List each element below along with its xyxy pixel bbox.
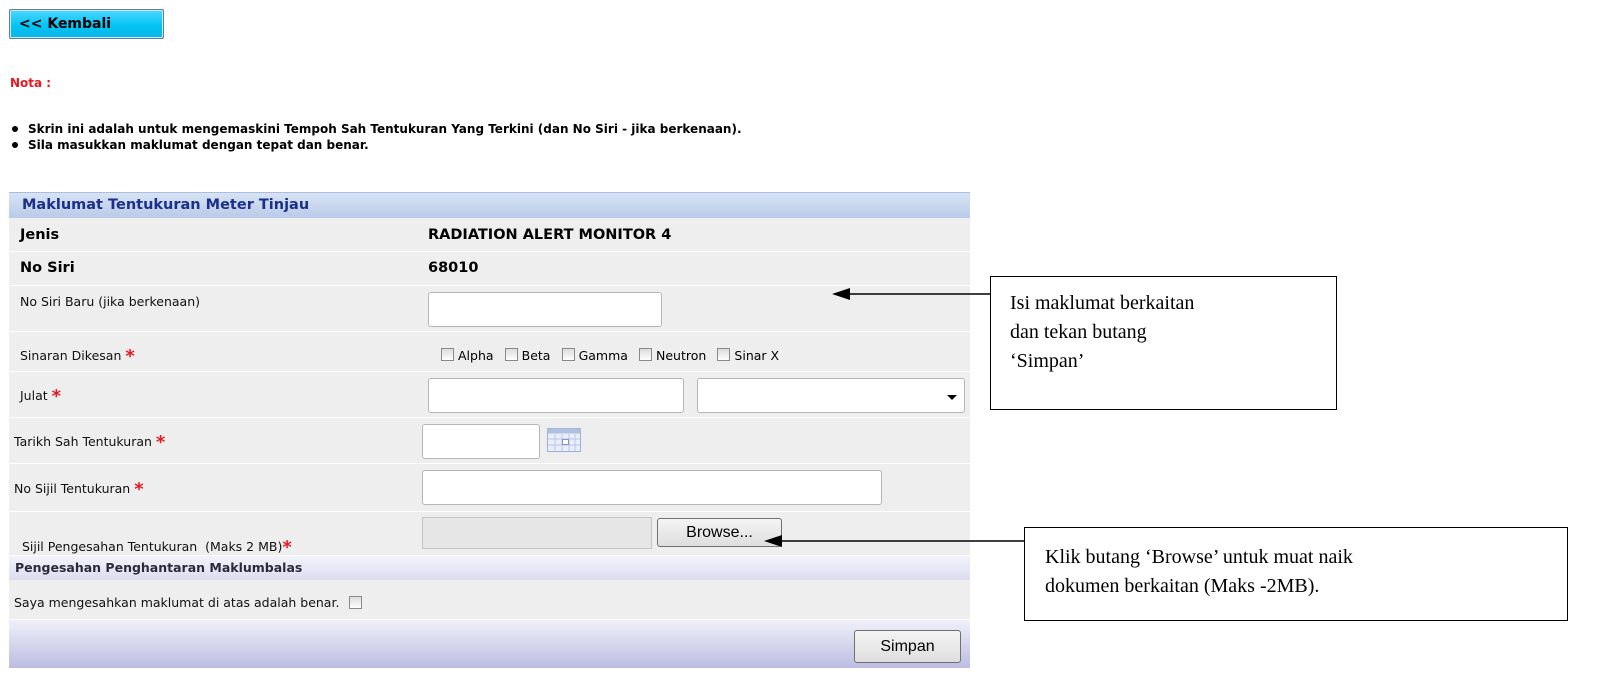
- required-asterisk: *: [51, 386, 62, 407]
- arrow-to-browse: [764, 535, 1024, 547]
- callout-save-instruction: Isi maklumat berkaitan dan tekan butang …: [990, 276, 1337, 410]
- chevron-down-icon: [947, 395, 957, 400]
- required-asterisk: *: [282, 537, 292, 558]
- sinaran-label: Sinaran Dikesan *: [20, 346, 135, 367]
- jenis-value: RADIATION ALERT MONITOR 4: [428, 227, 672, 243]
- julat-input[interactable]: [428, 378, 684, 413]
- bullet-icon: [12, 141, 18, 148]
- required-asterisk: *: [125, 346, 135, 367]
- required-asterisk: *: [155, 432, 166, 453]
- alpha-label: Alpha: [458, 348, 494, 363]
- calendar-icon[interactable]: [547, 428, 581, 452]
- required-asterisk: *: [134, 479, 144, 500]
- tarikh-input[interactable]: [422, 424, 540, 459]
- jenis-label: Jenis: [20, 227, 60, 243]
- arrow-to-form: [832, 288, 990, 300]
- julat-unit-select[interactable]: [697, 378, 965, 413]
- sinaran-options: Alpha Beta Gamma Neutron Sinar X: [441, 345, 785, 364]
- sinar-x-label: Sinar X: [734, 348, 780, 363]
- callout-browse-instruction: Klik butang ‘Browse’ untuk muat naik dok…: [1024, 527, 1568, 621]
- tarikh-label: Tarikh Sah Tentukuran *: [14, 432, 166, 453]
- form-header: Maklumat Tentukuran Meter Tinjau: [9, 192, 970, 218]
- no-sijil-label: No Sijil Tentukuran *: [14, 479, 144, 500]
- save-button[interactable]: Simpan: [854, 630, 961, 663]
- no-siri-label: No Siri: [20, 260, 75, 276]
- no-sijil-input[interactable]: [422, 470, 882, 505]
- no-siri-value: 68010: [428, 260, 479, 276]
- beta-checkbox[interactable]: [504, 348, 518, 361]
- alpha-checkbox[interactable]: [441, 348, 454, 361]
- beta-label: Beta: [521, 348, 551, 363]
- no-siri-baru-input[interactable]: [428, 292, 662, 327]
- note-item: Skrin ini adalah untuk mengemaskini Temp…: [12, 122, 742, 136]
- neutron-checkbox[interactable]: [639, 348, 653, 361]
- confirmation-label: Saya mengesahkan maklumat di atas adalah…: [14, 595, 340, 610]
- sinar-x-checkbox[interactable]: [717, 348, 731, 361]
- no-siri-baru-label: No Siri Baru (jika berkenaan): [20, 294, 200, 309]
- gamma-checkbox[interactable]: [561, 348, 575, 361]
- form-footer: [9, 620, 970, 668]
- note-title: Nota :: [10, 76, 52, 90]
- sijil-upload-label: Sijil Pengesahan Tentukuran (Maks 2 MB)*: [21, 537, 292, 558]
- file-path-field[interactable]: [422, 517, 652, 549]
- gamma-label: Gamma: [578, 348, 628, 363]
- back-button[interactable]: << Kembali: [9, 9, 164, 39]
- confirmation-header: Pengesahan Penghantaran Maklumbalas: [9, 556, 970, 580]
- julat-label: Julat *: [20, 386, 62, 407]
- confirmation-item: Saya mengesahkan maklumat di atas adalah…: [14, 595, 363, 610]
- bullet-icon: [12, 125, 18, 132]
- note-item: Sila masukkan maklumat dengan tepat dan …: [12, 138, 369, 152]
- neutron-label: Neutron: [656, 348, 707, 363]
- confirmation-checkbox[interactable]: [349, 596, 363, 609]
